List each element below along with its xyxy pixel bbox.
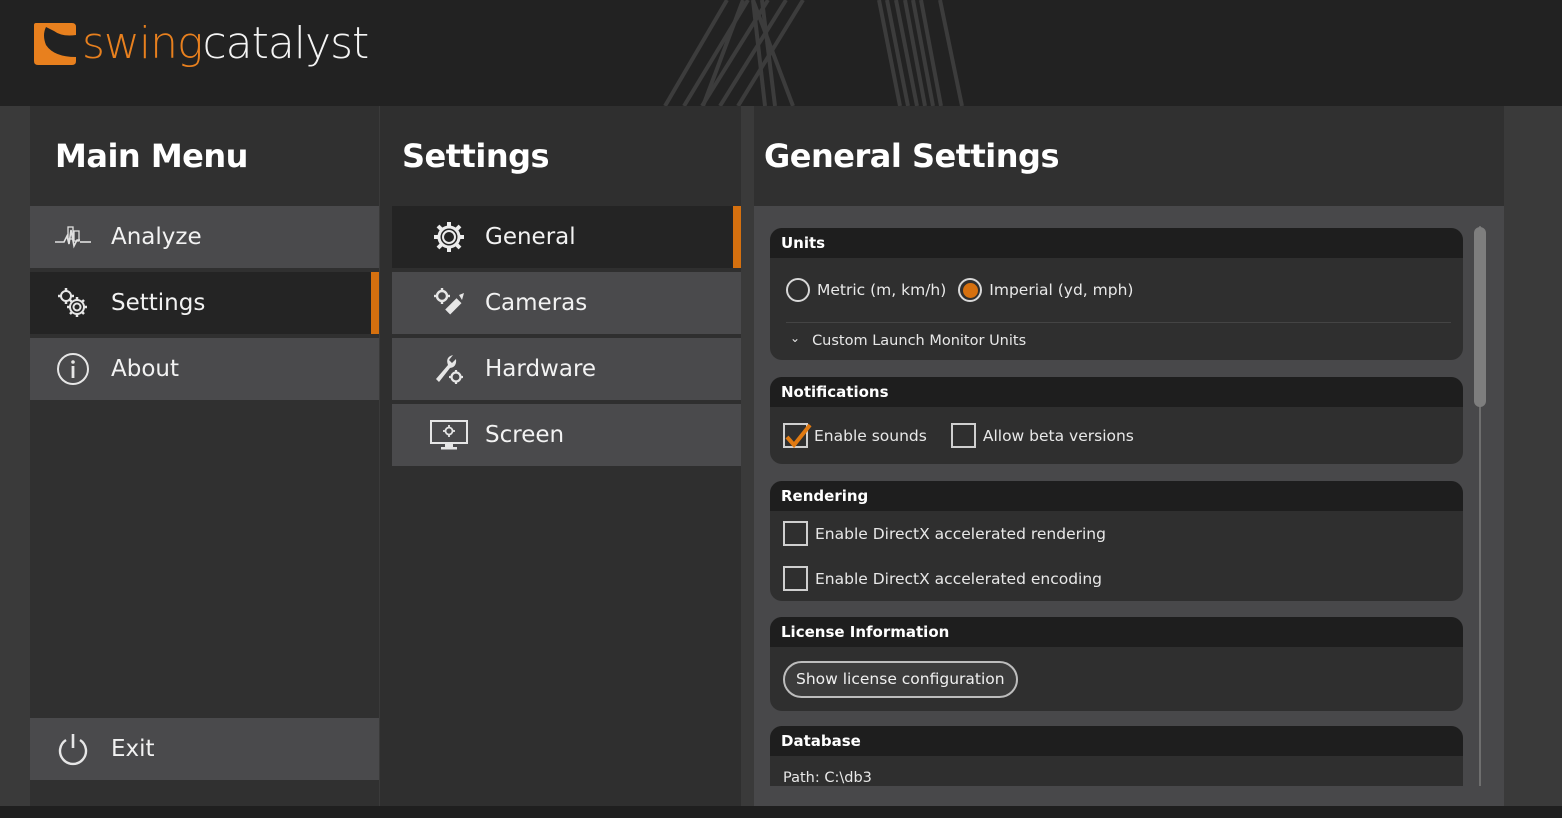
settings-menu-title: Settings xyxy=(402,137,550,175)
settings-item-label: Screen xyxy=(485,422,565,448)
license-group: License Information Show license configu… xyxy=(770,617,1463,711)
directx-rendering-label[interactable]: Enable DirectX accelerated rendering xyxy=(815,525,1106,543)
show-license-configuration-button[interactable]: Show license configuration xyxy=(783,660,1018,698)
enable-sounds-checkbox[interactable] xyxy=(783,423,812,449)
gears-icon xyxy=(53,285,93,321)
directx-encoding-checkbox[interactable] xyxy=(783,566,808,591)
custom-launch-monitor-units-expander[interactable]: ⌄ Custom Launch Monitor Units xyxy=(770,323,1463,359)
imperial-label[interactable]: Imperial (yd, mph) xyxy=(989,281,1133,299)
notifications-options: Enable sounds Allow beta versions xyxy=(770,407,1463,464)
database-path-row: Path: C:\db3 xyxy=(770,756,1463,786)
metric-label[interactable]: Metric (m, km/h) xyxy=(817,281,946,299)
settings-item-label: General xyxy=(485,224,576,250)
settings-item-label: Hardware xyxy=(485,356,597,382)
active-indicator xyxy=(371,272,379,334)
general-settings-title: General Settings xyxy=(764,137,1059,175)
chevron-down-icon: ⌄ xyxy=(790,331,801,345)
main-menu-label: Settings xyxy=(111,290,206,316)
monitor-gear-icon xyxy=(429,417,469,453)
notifications-header: Notifications xyxy=(770,377,1463,407)
main-menu-label: Analyze xyxy=(111,224,202,250)
units-header: Units xyxy=(770,228,1463,258)
settings-menu-panel: Settings General Cameras Hardware Screen xyxy=(380,106,741,806)
exit-button[interactable]: Exit xyxy=(30,718,379,780)
rendering-header: Rendering xyxy=(770,481,1463,511)
swing-catalyst-logo-icon xyxy=(34,23,76,65)
exit-label: Exit xyxy=(111,736,155,762)
app-logo: swing catalyst xyxy=(32,14,369,74)
active-indicator xyxy=(733,206,741,268)
database-path: Path: C:\db3 xyxy=(783,770,872,786)
gear-icon xyxy=(429,219,469,255)
main-menu-panel: Main Menu Analyze Settings About Exit xyxy=(30,106,379,806)
units-group: Units Metric (m, km/h) Imperial (yd, mph… xyxy=(770,228,1463,360)
info-icon xyxy=(53,351,93,387)
imperial-radio[interactable] xyxy=(958,278,983,302)
checkmark-icon xyxy=(785,423,812,449)
main-menu-label: About xyxy=(111,356,180,382)
main-menu-item-settings[interactable]: Settings xyxy=(30,272,379,334)
settings-item-general[interactable]: General xyxy=(392,206,741,268)
analyze-chart-icon xyxy=(53,219,93,255)
settings-item-label: Cameras xyxy=(485,290,588,316)
main-stage: Main Menu Analyze Settings About Exit Se… xyxy=(0,106,1562,806)
radio-selected-dot xyxy=(962,282,978,298)
notifications-group: Notifications Enable sounds Allow beta v… xyxy=(770,377,1463,464)
wrench-gear-icon xyxy=(429,351,469,387)
power-icon xyxy=(53,731,93,767)
enable-sounds-label[interactable]: Enable sounds xyxy=(814,427,927,445)
directx-encoding-row: Enable DirectX accelerated encoding xyxy=(770,556,1463,601)
settings-scroll-area: Units Metric (m, km/h) Imperial (yd, mph… xyxy=(754,206,1504,806)
title-bar: swing catalyst xyxy=(0,0,1562,106)
license-header: License Information xyxy=(770,617,1463,647)
settings-item-hardware[interactable]: Hardware xyxy=(392,338,741,400)
allow-beta-versions-checkbox[interactable] xyxy=(950,423,976,448)
rendering-group: Rendering Enable DirectX accelerated ren… xyxy=(770,481,1463,601)
database-header: Database xyxy=(770,726,1463,756)
logo-text-swing: swing xyxy=(82,18,203,69)
license-row: Show license configuration xyxy=(770,647,1463,711)
camera-gear-icon xyxy=(429,285,469,321)
main-menu-title: Main Menu xyxy=(55,137,248,175)
units-options: Metric (m, km/h) Imperial (yd, mph) xyxy=(770,258,1463,322)
scrollbar-thumb[interactable] xyxy=(1474,227,1486,407)
main-menu-item-analyze[interactable]: Analyze xyxy=(30,206,379,268)
database-group: Database Path: C:\db3 xyxy=(770,726,1463,786)
main-menu-item-about[interactable]: About xyxy=(30,338,379,400)
allow-beta-versions-label[interactable]: Allow beta versions xyxy=(983,427,1134,445)
settings-item-cameras[interactable]: Cameras xyxy=(392,272,741,334)
directx-encoding-label[interactable]: Enable DirectX accelerated encoding xyxy=(815,570,1102,588)
directx-rendering-checkbox[interactable] xyxy=(783,521,808,546)
metric-radio[interactable] xyxy=(786,278,810,302)
settings-item-screen[interactable]: Screen xyxy=(392,404,741,466)
bottom-bar xyxy=(0,806,1562,818)
directx-rendering-row: Enable DirectX accelerated rendering xyxy=(770,511,1463,556)
logo-text-catalyst: catalyst xyxy=(202,18,369,69)
expander-label: Custom Launch Monitor Units xyxy=(812,333,1027,349)
general-settings-panel: General Settings Units Metric (m, km/h) … xyxy=(754,106,1504,806)
